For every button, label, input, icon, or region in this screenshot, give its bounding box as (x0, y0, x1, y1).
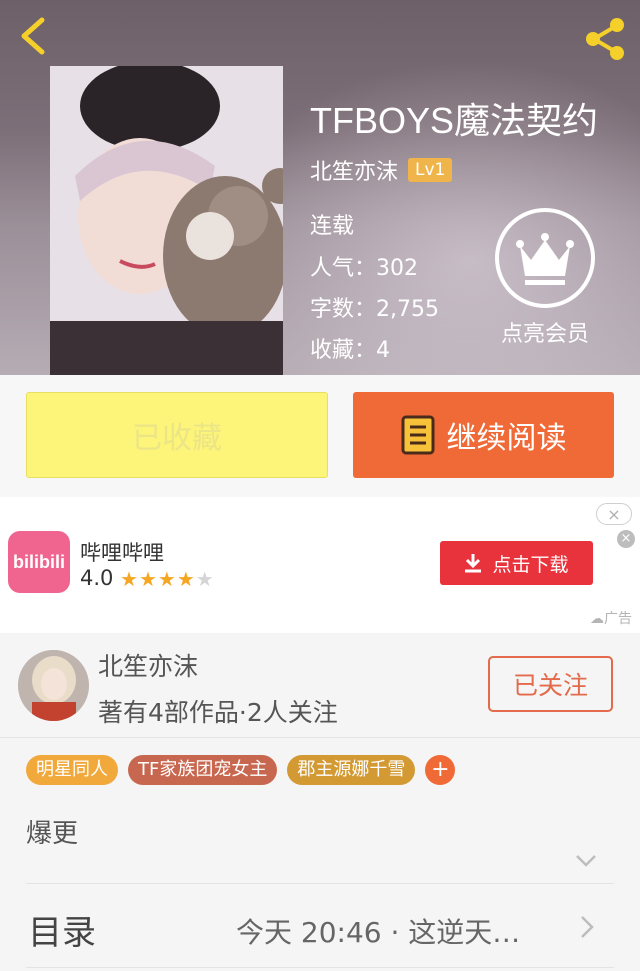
cloud-icon: ☁ (590, 611, 604, 627)
catalog-label[interactable]: 目录 (28, 905, 96, 954)
star-icon: ★ (157, 567, 177, 591)
tag-item[interactable]: 郡主源娜千雪 (287, 755, 416, 785)
divider (26, 883, 614, 884)
level-badge: Lv1 (408, 158, 453, 182)
download-icon (465, 554, 482, 573)
follow-button[interactable]: 已关注 (488, 656, 613, 712)
popularity-stat: 人气：302 (310, 256, 418, 281)
book-description: 爆更 (26, 819, 79, 849)
book-header: TFBOYS魔法契约 北笙亦沫 Lv1 连载 人气：302 字数：2,755 收… (0, 0, 640, 375)
author-row: 北笙亦沫 Lv1 (310, 154, 453, 186)
star-icon: ★ (138, 567, 158, 591)
tag-item[interactable]: 明星同人 (26, 755, 118, 785)
app-rating: 4.0 (80, 566, 114, 590)
share-icon (586, 18, 624, 60)
ad-close-button[interactable]: × (596, 503, 632, 525)
book-title: TFBOYS魔法契约 (310, 100, 599, 141)
share-button[interactable] (582, 16, 628, 62)
divider (26, 967, 614, 968)
vip-button[interactable] (493, 206, 597, 310)
book-cover-image[interactable] (50, 66, 283, 375)
divider (0, 737, 640, 738)
avatar[interactable] (18, 650, 89, 721)
app-name: 哔哩哔哩 (80, 541, 164, 565)
vip-label[interactable]: 点亮会员 (478, 316, 612, 348)
action-buttons: 已收藏 继续阅读 (0, 375, 640, 497)
star-icon: ★ (120, 567, 139, 591)
chevron-down-icon[interactable] (575, 854, 597, 868)
back-button[interactable] (14, 14, 54, 58)
continue-reading-button[interactable]: 继续阅读 (353, 392, 614, 478)
author-works-info: 著有4部作品·2人关注 (98, 698, 338, 727)
book-icon (401, 415, 434, 455)
ad-dismiss-icon[interactable]: × (617, 530, 635, 548)
crown-icon (495, 208, 595, 308)
ad-label-text: 广告 (604, 611, 632, 627)
back-arrow-icon (21, 17, 45, 55)
star-empty-icon: ★ (195, 567, 215, 591)
app-icon[interactable]: bilibili (8, 531, 70, 593)
ad-label: ☁广告 (590, 608, 632, 628)
collected-button[interactable]: 已收藏 (26, 392, 328, 478)
author-name[interactable]: 北笙亦沫 (98, 647, 198, 683)
author-section: 北笙亦沫 著有4部作品·2人关注 已关注 明星同人 TF家族团宠女主 郡主源娜千… (0, 633, 640, 971)
star-icon: ★ (176, 567, 196, 591)
download-label: 点击下载 (492, 553, 569, 576)
add-tag-button[interactable]: + (425, 755, 456, 785)
rating-stars: ★★★★★ (120, 567, 215, 591)
tag-list: 明星同人 TF家族团宠女主 郡主源娜千雪 + (26, 755, 456, 785)
continue-reading-label: 继续阅读 (446, 421, 567, 456)
word-count-stat: 字数：2,755 (310, 297, 439, 322)
serial-status: 连载 (310, 214, 355, 239)
ad-banner: × × bilibili 哔哩哔哩 4.0 ★★★★★ 点击下载 ☁广告 (0, 497, 640, 633)
header-author-name[interactable]: 北笙亦沫 (310, 154, 398, 186)
favorites-stat: 收藏：4 (310, 338, 390, 363)
download-button[interactable]: 点击下载 (440, 541, 593, 585)
tag-item[interactable]: TF家族团宠女主 (128, 755, 278, 785)
chevron-right-icon[interactable] (580, 915, 594, 939)
catalog-latest-update[interactable]: 今天 20:46 · 这逆天… (236, 911, 520, 951)
